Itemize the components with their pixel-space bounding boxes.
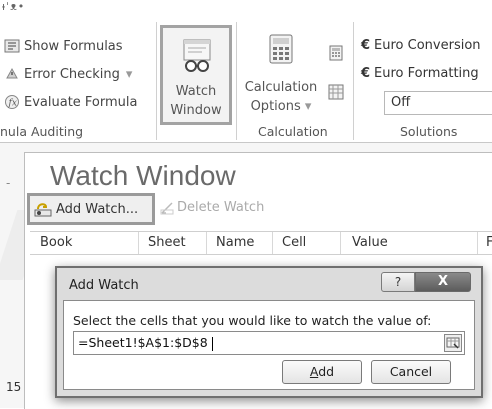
error-checking-dropdown-icon[interactable]: ▾ (126, 67, 133, 82)
group-divider (353, 22, 354, 140)
calculation-options-button[interactable]: Calculation Options ▾ (242, 26, 320, 122)
column-divider[interactable] (477, 232, 478, 254)
add-watch-button[interactable]: Add Watch... (27, 193, 155, 225)
calculation-options-dropdown-icon: ▾ (304, 99, 312, 114)
column-header-value[interactable]: Value (352, 235, 388, 250)
error-checking-button[interactable]: Error Checking ▾ (4, 66, 132, 82)
add-watch-icon (34, 203, 52, 217)
solutions-group-label: Solutions (400, 124, 458, 139)
show-formulas-button[interactable]: Show Formulas (4, 38, 123, 54)
column-divider[interactable] (206, 232, 207, 254)
help-button[interactable]: ? (381, 272, 415, 292)
column-divider[interactable] (340, 232, 341, 254)
euro-icon: € (361, 66, 371, 81)
formula-auditing-group-label: nula Auditing (0, 124, 84, 139)
add-watch-dialog: Add Watch ? X Select the cells that you … (55, 266, 483, 398)
delete-watch-icon (160, 201, 174, 214)
column-divider[interactable] (138, 232, 139, 254)
cell-reference-input[interactable]: =Sheet1!$A$1:$D$8 (73, 331, 465, 355)
show-formulas-icon (4, 39, 20, 53)
watch-window-label-line1: Watch (175, 84, 217, 99)
watch-window-label-line2: Window (170, 103, 222, 118)
error-checking-icon (6, 67, 18, 79)
cancel-button[interactable]: Cancel (371, 360, 451, 384)
watch-list-header: Book Sheet Name Cell Value F (30, 231, 492, 255)
row-number: 15 (6, 380, 22, 394)
collapse-dialog-icon (446, 337, 460, 349)
group-divider (156, 22, 157, 140)
evaluate-formula-label: Evaluate Formula (24, 94, 138, 110)
delete-watch-label: Delete Watch (177, 200, 265, 215)
calculate-now-icon[interactable] (329, 45, 343, 61)
dialog-title: Add Watch (69, 278, 139, 293)
watch-window-button[interactable]: Watch Window (160, 25, 232, 125)
add-watch-label: Add Watch... (56, 201, 139, 217)
column-header-formula[interactable]: F (486, 235, 492, 250)
calculation-options-label-line1: Calculation (244, 80, 318, 95)
side-marker: - (6, 176, 11, 190)
ribbon: ɟˈᴥ• Show Formulas Error Checking ▾ fx E… (0, 0, 492, 143)
euro-conversion-label: Euro Conversion (374, 38, 481, 53)
euro-icon: € (361, 38, 371, 53)
calculation-group-label: Calculation (258, 124, 328, 139)
calculation-options-label-line2: Options (250, 99, 301, 114)
euro-conversion-button[interactable]: € Euro Conversion (361, 38, 481, 53)
column-divider[interactable] (272, 232, 273, 254)
collapse-dialog-button[interactable] (444, 334, 462, 352)
evaluate-formula-icon: fx (5, 95, 19, 109)
column-header-book[interactable]: Book (40, 235, 72, 250)
dialog-prompt: Select the cells that you would like to … (73, 313, 432, 328)
column-header-name[interactable]: Name (216, 235, 254, 250)
cell-reference-value: =Sheet1!$A$1:$D$8 (78, 335, 208, 350)
glasses-icon (183, 39, 211, 72)
column-header-cell[interactable]: Cell (282, 235, 306, 250)
watch-window-title: Watch Window (50, 160, 236, 191)
text-cursor (211, 336, 213, 351)
close-button[interactable]: X (415, 272, 471, 292)
show-formulas-label: Show Formulas (24, 38, 123, 54)
ribbon-partial-tab-text: ɟˈᴥ• (2, 0, 26, 10)
column-header-sheet[interactable]: Sheet (148, 235, 186, 250)
delete-watch-button[interactable]: Delete Watch (160, 200, 264, 215)
euro-formatting-button[interactable]: € Euro Formatting (361, 66, 479, 81)
euro-formatting-label: Euro Formatting (374, 66, 479, 81)
add-button[interactable]: Add (282, 360, 362, 384)
calculate-sheet-icon[interactable] (328, 84, 344, 100)
svg-text:fx: fx (8, 99, 17, 109)
group-divider (236, 22, 237, 140)
euro-format-select[interactable]: Off (384, 91, 492, 115)
evaluate-formula-button[interactable]: fx Evaluate Formula (4, 94, 137, 110)
dialog-body: Select the cells that you would like to … (63, 300, 475, 390)
error-checking-label: Error Checking (24, 66, 120, 82)
calculator-icon (269, 34, 293, 64)
